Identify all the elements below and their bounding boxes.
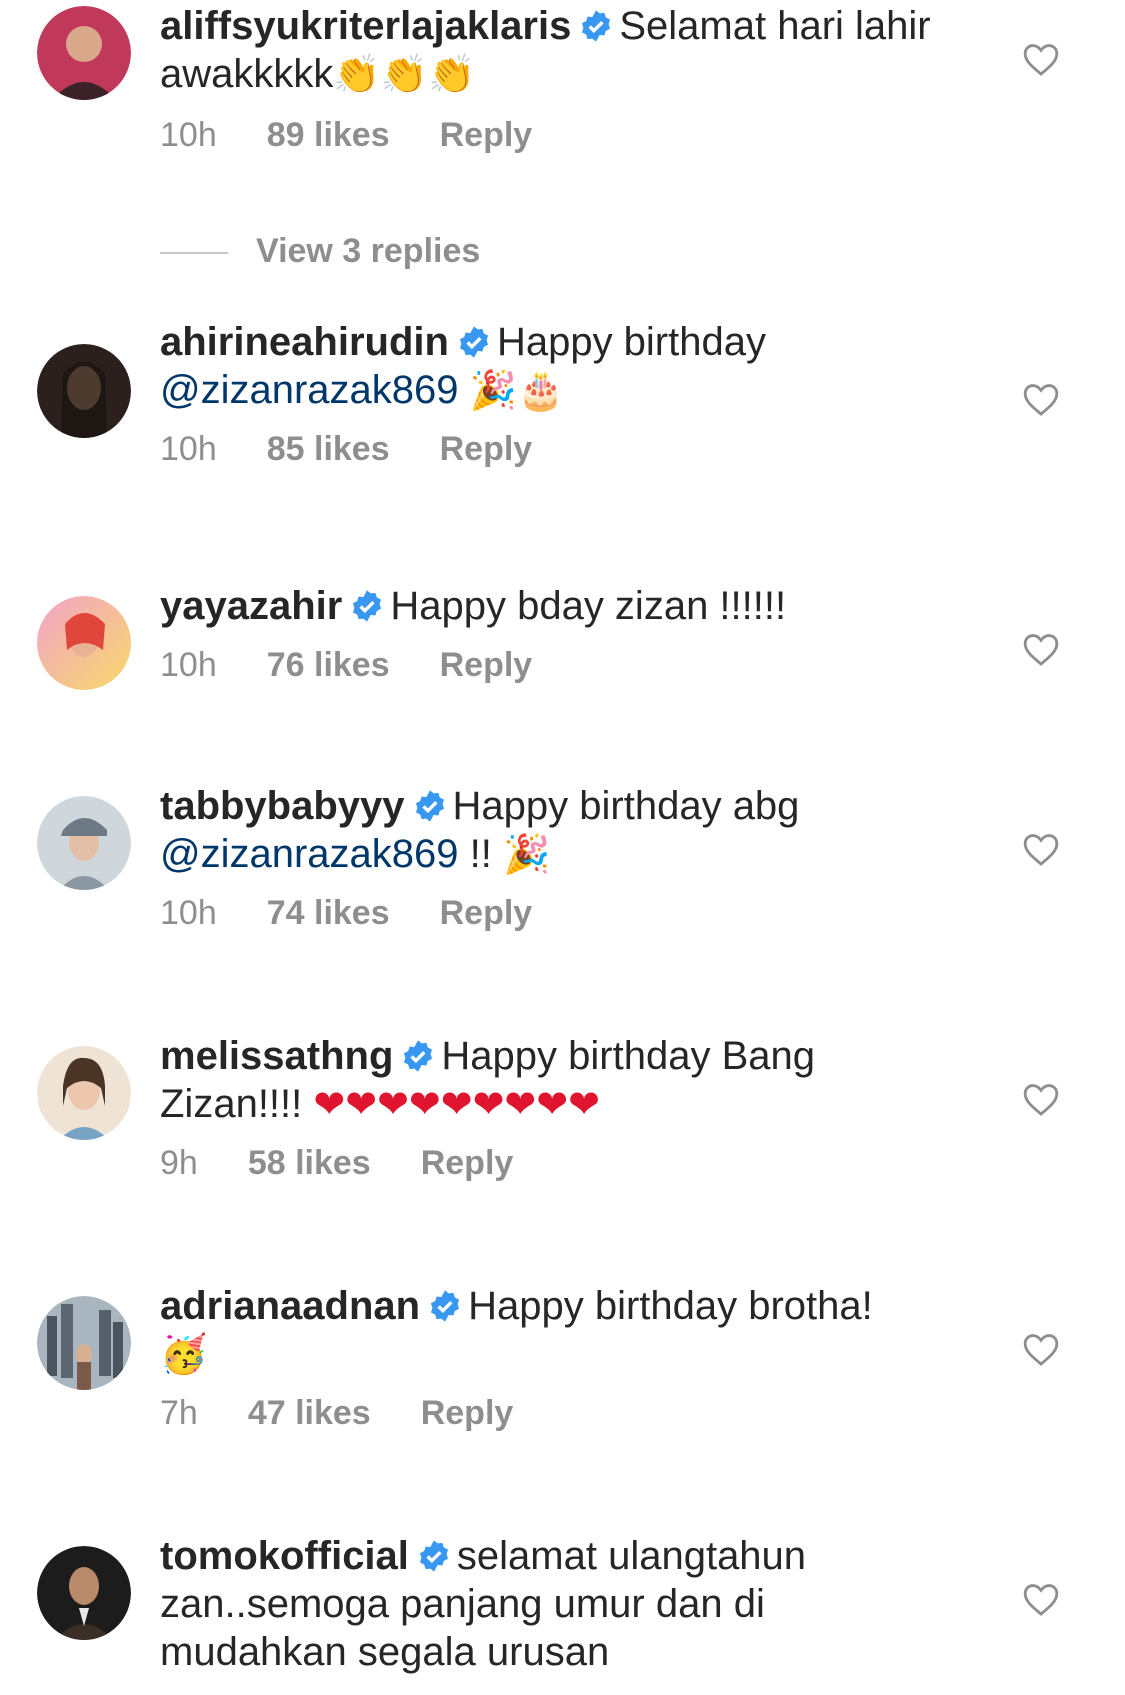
comment-body: melissathng Happy birthday Bang Zizan!!!!…	[160, 1032, 960, 1128]
party-emoji: 🎉	[503, 832, 551, 876]
timestamp: 10h	[160, 430, 217, 468]
reply-button[interactable]: Reply	[440, 894, 533, 932]
avatar[interactable]	[37, 6, 131, 100]
comment-meta: 10h 89 likes Reply	[160, 116, 532, 155]
comment-body: ahirineahirudin Happy birthday @zizanrazak…	[160, 318, 960, 414]
avatar[interactable]	[37, 1296, 131, 1390]
view-replies-label: View 3 replies	[256, 232, 481, 270]
comment-body: yayazahir Happy bday zizan !!!!!!	[160, 582, 960, 630]
heart-outline-icon[interactable]	[1022, 1581, 1060, 1617]
username[interactable]: tomokofficial	[160, 1534, 409, 1578]
clap-emoji: 👏👏👏	[333, 52, 476, 96]
reply-button[interactable]: Reply	[440, 646, 533, 684]
reply-button[interactable]: Reply	[421, 1144, 514, 1182]
comment-text: Happy bday zizan !!!!!!	[390, 584, 787, 628]
comment-body: tabbybabyyy Happy birthday abg @zizanrazak…	[160, 782, 960, 878]
username[interactable]: melissathng	[160, 1034, 393, 1078]
comment-meta: 10h 74 likes Reply	[160, 894, 532, 933]
verified-badge-icon	[431, 1290, 460, 1322]
comment-body: adrianaadnan Happy birthday brotha! 🥳	[160, 1282, 960, 1378]
username[interactable]: tabbybabyyy	[160, 784, 405, 828]
avatar[interactable]	[37, 1046, 131, 1140]
verified-badge-icon	[415, 790, 444, 822]
heart-outline-icon[interactable]	[1022, 381, 1060, 417]
heart-outline-icon[interactable]	[1022, 831, 1060, 867]
reply-button[interactable]: Reply	[440, 116, 533, 154]
like-count[interactable]: 85 likes	[267, 430, 390, 468]
avatar[interactable]	[37, 344, 131, 438]
heart-outline-icon[interactable]	[1022, 1331, 1060, 1367]
avatar[interactable]	[37, 596, 131, 690]
view-replies-button[interactable]: View 3 replies	[160, 232, 480, 271]
heart-outline-icon[interactable]	[1022, 631, 1060, 667]
username[interactable]: adrianaadnan	[160, 1284, 420, 1328]
timestamp: 10h	[160, 646, 217, 684]
comment-text: Happy birthday brotha!	[468, 1284, 873, 1328]
comment-text: Happy birthday	[496, 320, 766, 364]
comment-meta: 10h 76 likes Reply	[160, 646, 532, 685]
like-count[interactable]: 47 likes	[248, 1394, 371, 1432]
comment-body: aliffsyukriterlajaklaris Selamat hari lah…	[160, 2, 960, 98]
comment-meta: 10h 85 likes Reply	[160, 430, 532, 469]
verified-badge-icon	[353, 590, 382, 622]
like-count[interactable]: 58 likes	[248, 1144, 371, 1182]
like-count[interactable]: 89 likes	[267, 116, 390, 154]
mention-link[interactable]: @zizanrazak869	[160, 832, 459, 876]
timestamp: 9h	[160, 1144, 198, 1182]
party-emoji: 🎉🎂	[469, 368, 565, 412]
avatar[interactable]	[37, 1546, 131, 1640]
heart-emoji: ❤❤❤❤❤❤❤❤❤	[313, 1082, 600, 1126]
avatar[interactable]	[37, 796, 131, 890]
reply-button[interactable]: Reply	[421, 1394, 514, 1432]
comment-suffix: !!	[458, 832, 503, 876]
verified-badge-icon	[459, 326, 488, 358]
like-count[interactable]: 76 likes	[267, 646, 390, 684]
like-count[interactable]: 74 likes	[267, 894, 390, 932]
comment-meta: 9h 58 likes Reply	[160, 1144, 513, 1183]
timestamp: 10h	[160, 894, 217, 932]
username[interactable]: aliffsyukriterlajaklaris	[160, 4, 571, 48]
replies-divider	[160, 252, 228, 255]
username[interactable]: yayazahir	[160, 584, 342, 628]
timestamp: 7h	[160, 1394, 198, 1432]
timestamp: 10h	[160, 116, 217, 154]
comment-body: tomokofficial selamat ulangtahun zan..sem…	[160, 1532, 960, 1676]
reply-button[interactable]: Reply	[440, 430, 533, 468]
username[interactable]: ahirineahirudin	[160, 320, 449, 364]
verified-badge-icon	[404, 1040, 433, 1072]
heart-outline-icon[interactable]	[1022, 1081, 1060, 1117]
comment-text: Happy birthday abg	[452, 784, 800, 828]
comment-meta: 7h 47 likes Reply	[160, 1394, 513, 1433]
partying-face-emoji: 🥳	[160, 1332, 208, 1376]
heart-outline-icon[interactable]	[1022, 41, 1060, 77]
mention-link[interactable]: @zizanrazak869	[160, 368, 459, 412]
verified-badge-icon	[582, 10, 611, 42]
verified-badge-icon	[419, 1540, 448, 1572]
